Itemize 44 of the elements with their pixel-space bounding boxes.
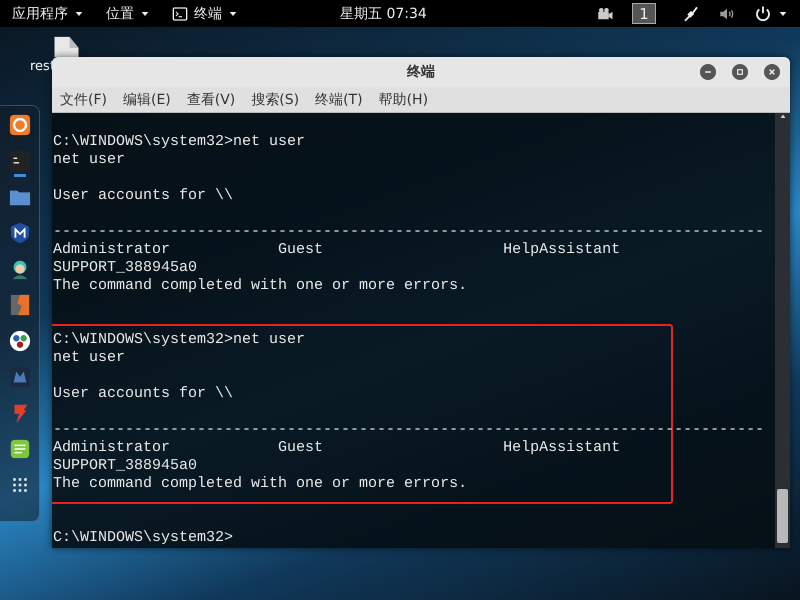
menu-item[interactable]: 搜索(S) — [245, 90, 306, 108]
terminal-line: C:\WINDOWS\system32>net user — [53, 133, 306, 151]
terminal-line: Administrator Guest HelpAssistant — [53, 241, 620, 259]
terminal-line: The command completed with one or more errors. — [53, 277, 468, 295]
terminal-line: SUPPORT_388945a0 — [53, 457, 198, 475]
terminal-line: The command completed with one or more errors. — [53, 475, 468, 493]
caret-icon — [228, 10, 238, 18]
terminal-icon — [172, 6, 188, 22]
clock[interactable]: 星期五 07:34 — [340, 4, 427, 22]
menu-item[interactable]: 查看(V) — [180, 90, 242, 108]
menu-item[interactable]: 编辑(E) — [116, 90, 177, 108]
terminal-line: SUPPORT_388945a0 — [53, 259, 198, 277]
terminal-line: ------------------------------------------------------------------------------- — [53, 223, 764, 241]
menu-item[interactable]: 文件(F) — [54, 90, 113, 108]
window-title: 终端 — [407, 63, 435, 81]
notes-icon[interactable] — [9, 438, 31, 460]
top-bar-menu[interactable]: 位置 — [106, 4, 150, 22]
workspace-indicator[interactable]: 1 — [632, 3, 656, 24]
terminal-line: C:\WINDOWS\system32>net user — [53, 331, 306, 349]
terminal-line: Administrator Guest HelpAssistant — [53, 439, 620, 457]
shield-icon[interactable] — [9, 222, 31, 244]
menu-item[interactable]: 终端(T) — [309, 90, 369, 108]
top-bar-menu[interactable]: 应用程序 — [12, 4, 84, 22]
close-button[interactable] — [764, 64, 780, 80]
network-plug-icon[interactable] — [682, 4, 700, 22]
caret-icon — [140, 10, 150, 18]
split-square-icon[interactable] — [9, 294, 31, 316]
caret-icon — [778, 10, 788, 18]
maximize-button[interactable] — [732, 64, 748, 80]
terminal-line: net user — [53, 151, 126, 169]
scrollbar-thumb[interactable] — [777, 489, 788, 543]
menu-item[interactable]: 帮助(H) — [372, 90, 434, 108]
terminal-line: User accounts for \\ — [53, 187, 234, 205]
top-bar-menu[interactable]: 终端 — [172, 4, 238, 22]
minimize-button[interactable] — [700, 64, 716, 80]
terminal-icon[interactable] — [9, 150, 31, 172]
dots-circle-icon[interactable] — [9, 330, 31, 352]
power-icon — [754, 4, 772, 22]
terminal-line: net user — [53, 349, 126, 367]
power-menu[interactable] — [754, 4, 788, 22]
terminal-line: C:\WINDOWS\system32> — [53, 529, 234, 547]
terminal-line: User accounts for \\ — [53, 385, 234, 403]
caret-icon — [74, 10, 84, 18]
scrollbar[interactable] — [775, 113, 790, 548]
